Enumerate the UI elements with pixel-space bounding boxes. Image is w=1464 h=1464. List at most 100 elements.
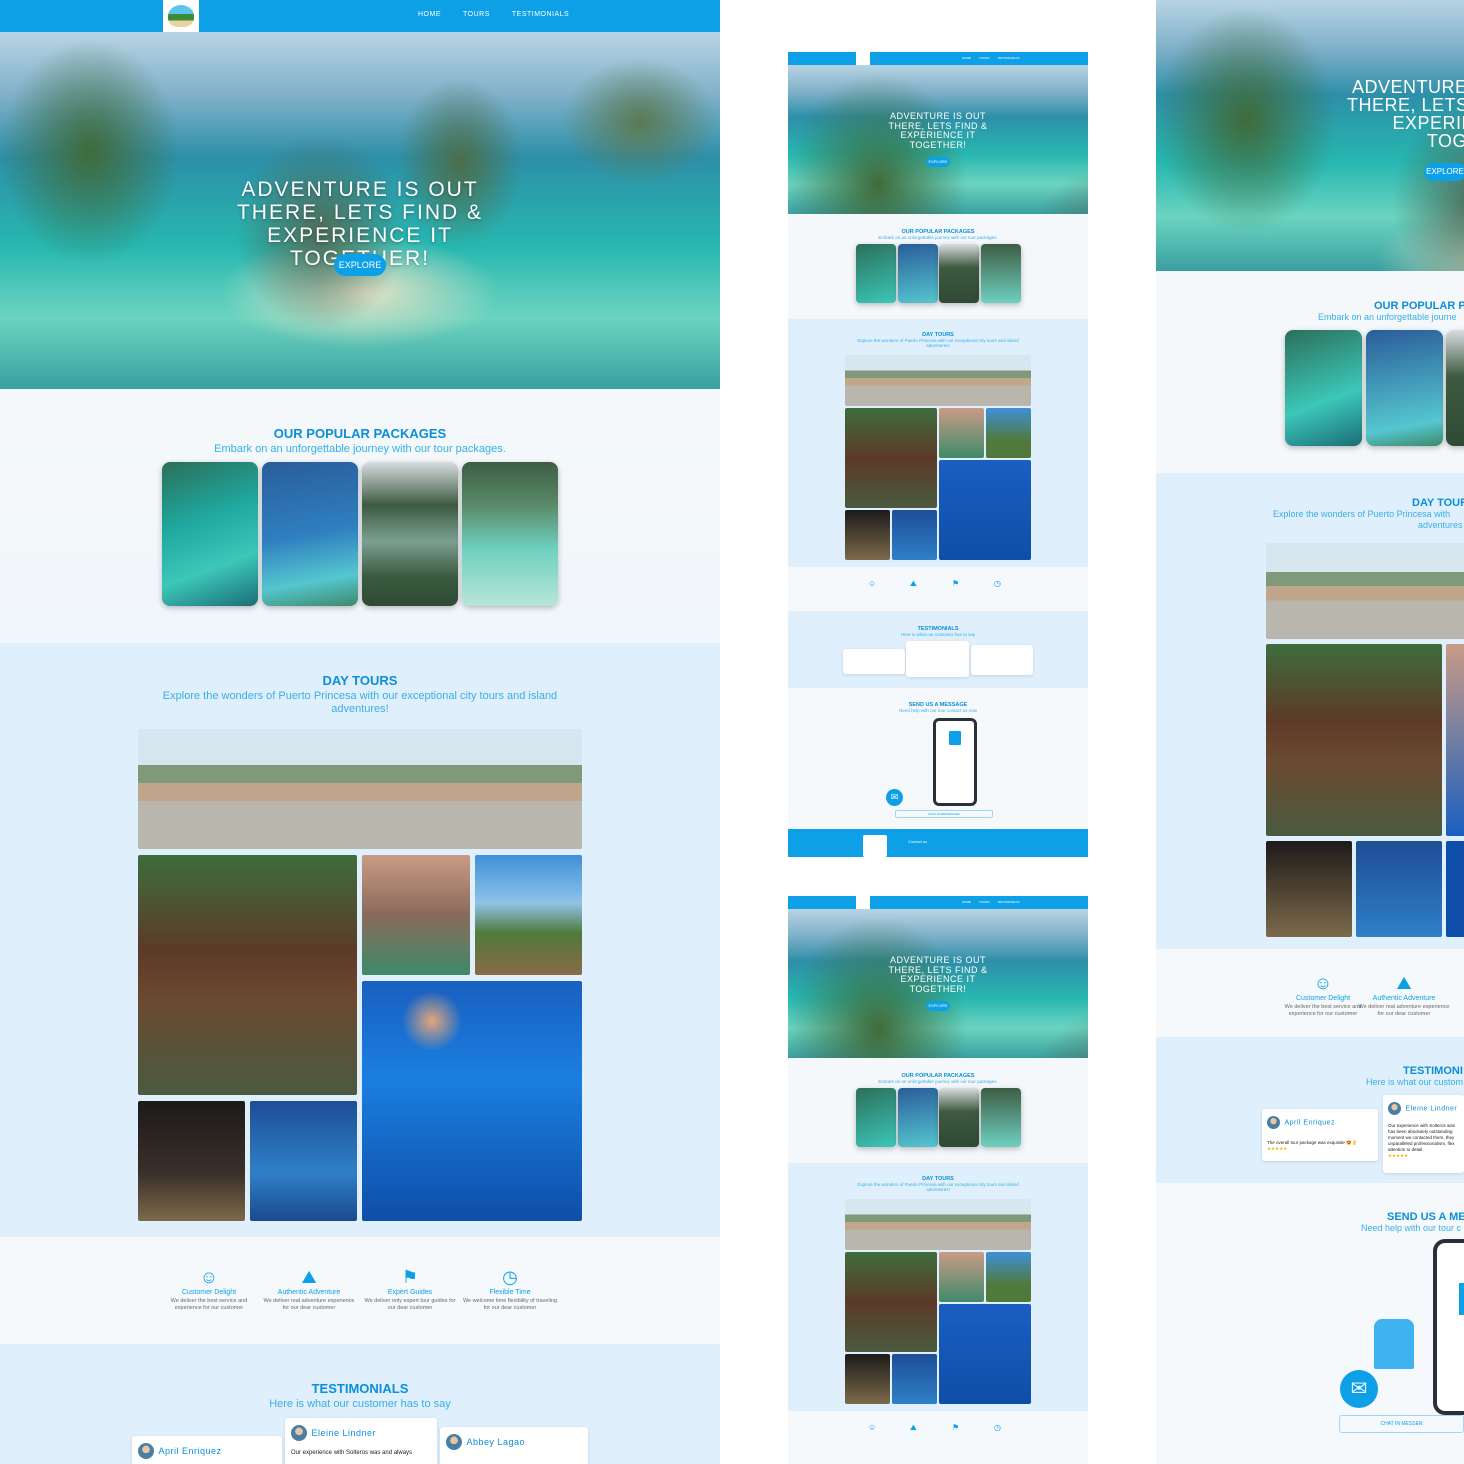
nav-home[interactable]: HOME [962,56,971,60]
explore-button[interactable]: EXPLORE [334,254,386,276]
packages-section: OUR POPULAR PACKAGES Embark on an unforg… [0,389,720,643]
packages-title: OUR POPULAR PA [1374,300,1464,312]
tour-photo [845,1354,890,1404]
day-tours-section: DAY TOURS Explore the wonders of Puerto … [788,319,1088,567]
testimonial-card [971,645,1033,675]
mail-icon: ✉ [1340,1370,1378,1408]
package-card[interactable] [162,462,258,606]
testimonials-subtitle: Here is what our customer has to say [269,1398,451,1410]
daytours-subtitle: Explore the wonders of Puerto Princesa w… [857,338,1019,348]
testimonials-title: TESTIMONIALS [917,626,959,632]
avatar [1267,1116,1280,1130]
tour-photo [845,510,890,560]
package-card[interactable] [939,244,979,303]
reviewer-name: April Enriquez [158,1445,222,1456]
daytours-title: DAY TOUR [1412,497,1464,509]
full-page-preview-1: HOME TOURS TESTIMONIALS ADVENTURE IS OUT T… [788,52,1088,857]
avatar [1388,1102,1401,1116]
avatar [138,1442,154,1459]
package-card[interactable] [856,1088,896,1147]
hero-title: ADVENTURE IS OUT THERE, LETS FIND & EXPE… [888,955,988,994]
tour-photo [939,1304,1031,1404]
brand-logo[interactable] [856,52,870,65]
avatar [291,1424,307,1441]
message-section: SEND US A MESSAGE Need help with our tou… [788,688,1088,829]
nav-tours[interactable]: TOURS [979,900,989,904]
packages-title: OUR POPULAR PACKAGES [901,229,975,235]
nav-testimonials[interactable]: TESTIMONIALS [997,56,1019,60]
footer-logo [863,835,887,857]
mountain-icon: ⛰ [910,579,917,588]
packages-subtitle: Embark on an unforgettable journey with … [878,1079,998,1084]
smile-icon: ☺ [868,579,877,588]
timer-icon: ◷ [994,579,1001,588]
person-illustration [1374,1319,1414,1369]
testimonial-card: Abbey Lagao [440,1427,588,1464]
packages-subtitle: Embark on an unforgettable journey with … [878,235,998,240]
nav-testimonials[interactable]: TESTIMONIALS [512,11,569,18]
feature-item: ⚑ Expert Guides We deliver only expert tou… [362,1267,458,1312]
packages-title: OUR POPULAR PACKAGES [901,1073,975,1079]
smile-icon: ☺ [868,1423,877,1432]
hero-banner: ADVENTURE IS OUT THERE, LETS FIND & EXPE… [788,65,1088,214]
brand-logo[interactable] [856,896,870,909]
feature-item: ⛰ Authentic Adventure We deliver real adve… [1356,973,1452,1018]
packages-section: OUR POPULAR PACKAGES Embark on an unforg… [788,214,1088,319]
tour-photo [892,510,937,560]
phone-illustration [933,718,977,806]
package-card[interactable] [1285,330,1362,446]
daytours-title: DAY TOURS [922,1176,954,1182]
packages-title: OUR POPULAR PACKAGES [273,426,447,441]
package-card[interactable] [1446,330,1464,446]
smile-icon: ☺ [199,1267,219,1287]
package-card[interactable] [981,244,1021,303]
package-card[interactable] [898,244,938,303]
feature-item: ⛰ Authentic Adventure We deliver real adve… [261,1267,357,1312]
zoomed-page-preview: ADVENTURE IS OUT THERE, LETS FIND & EXPE… [1156,0,1464,1464]
tour-photo [845,1199,1031,1250]
package-card[interactable] [262,462,358,606]
tour-photo [1446,841,1464,937]
features-section: ☺ ⛰ ⚑ ◷ [788,1411,1088,1464]
nav-tours[interactable]: TOURS [979,56,989,60]
chat-messenger-button[interactable]: CHAT IN MESSEN [1339,1415,1464,1433]
testimonials-section: TESTIMONIALS Here is what our customer h… [788,611,1088,688]
nav-home[interactable]: HOME [418,11,441,18]
nav-home[interactable]: HOME [962,900,971,904]
message-section: SEND US A ME Need help with our tour c ✉… [1156,1183,1464,1464]
tour-photo [138,729,582,849]
tour-photo [939,1252,984,1302]
tour-photo [362,981,582,1221]
tour-photo [138,1101,245,1221]
testimonial-card: April Enriquez The overall tour package … [1262,1109,1378,1161]
testimonials-subtitle: Here is what our customer has to say [900,632,976,637]
tour-photo [1266,644,1442,836]
package-card[interactable] [898,1088,938,1147]
footer-contact: Contact us [908,839,928,844]
brand-logo[interactable] [163,0,199,32]
packages-section: OUR POPULAR PA Embark on an unforgettabl… [1156,271,1464,473]
nav-testimonials[interactable]: TESTIMONIALS [997,900,1019,904]
tour-photo [845,355,1031,406]
testimonials-section: TESTIMONIALS Here is what our customer h… [0,1344,720,1464]
package-card[interactable] [981,1088,1021,1147]
reviewer-name: Eleine Lindner [1405,1105,1458,1113]
flag-icon: ⚑ [952,579,960,588]
mountain-icon: ⛰ [1396,973,1412,993]
package-card[interactable] [362,462,458,606]
explore-button[interactable]: EXPLORE [926,1001,950,1011]
nav-tours[interactable]: TOURS [463,11,490,18]
package-card[interactable] [462,462,558,606]
package-card[interactable] [856,244,896,303]
tour-photo [986,1252,1031,1302]
package-card[interactable] [1366,330,1443,446]
day-tours-section: DAY TOURS Explore the wonders of Puerto … [788,1163,1088,1411]
features-section: ☺ Customer Delight We deliver the best ser… [0,1237,720,1344]
timer-icon: ◷ [994,1423,1001,1432]
packages-subtitle: Embark on an unforgettable journe [1318,312,1457,322]
explore-button[interactable]: EXPLORE [926,157,950,167]
package-card[interactable] [939,1088,979,1147]
mini-navbar: HOME TOURS TESTIMONIALS [788,52,1088,65]
explore-button[interactable]: EXPLORE [1424,163,1464,181]
chat-messenger-button[interactable]: CHAT IN MESSENGER [895,810,993,818]
